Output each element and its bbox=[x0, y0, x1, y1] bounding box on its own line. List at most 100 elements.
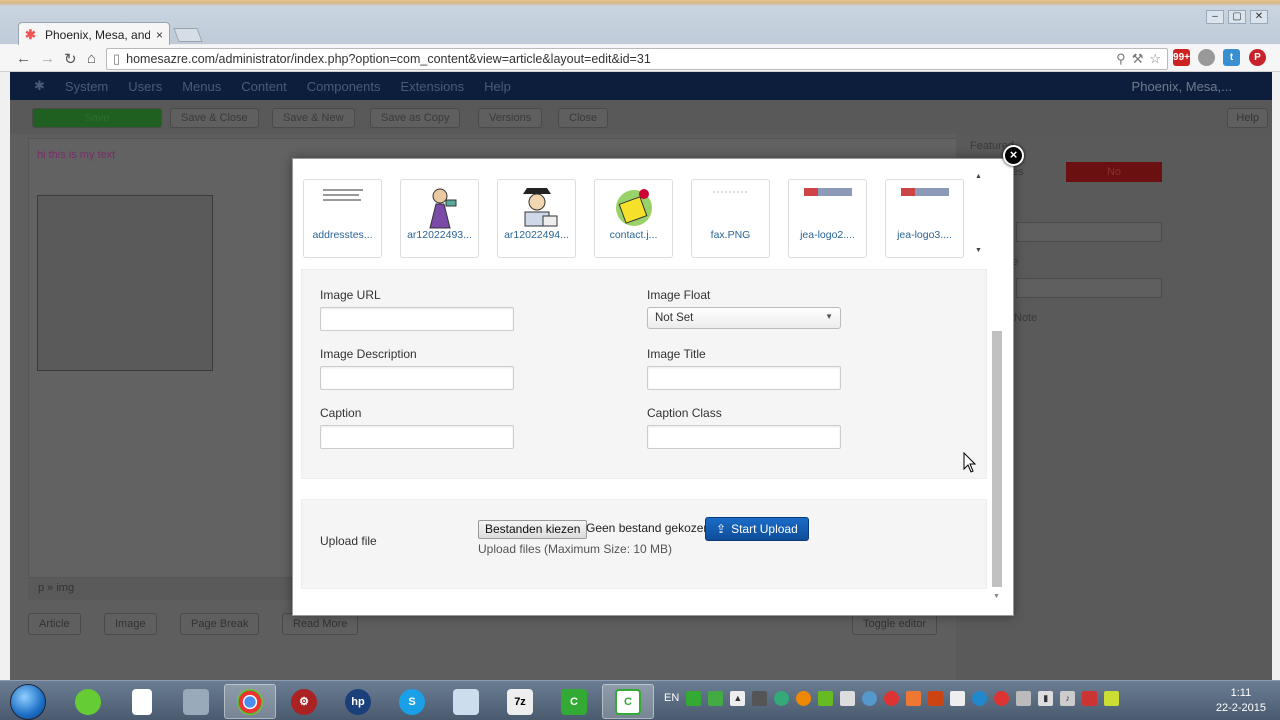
menu-menus[interactable]: Menus bbox=[182, 79, 221, 94]
taskbar-camtasia-recorder[interactable]: C bbox=[602, 684, 654, 719]
image-title-input[interactable] bbox=[647, 366, 841, 390]
scroll-down-icon[interactable]: ▼ bbox=[993, 593, 1000, 600]
clock[interactable]: 1:11 22-2-2015 bbox=[1216, 686, 1266, 716]
modal-scrollbar[interactable]: ▼ bbox=[990, 159, 1004, 615]
taskbar-logo-creator[interactable] bbox=[62, 684, 114, 719]
browser-tab[interactable]: ✱ Phoenix, Mesa, and T × bbox=[18, 22, 170, 46]
tray-icon[interactable] bbox=[862, 691, 878, 706]
modal-close-icon[interactable]: × bbox=[1003, 145, 1024, 166]
taskbar-settings[interactable]: ⚙ bbox=[278, 684, 330, 719]
menu-content[interactable]: Content bbox=[241, 79, 287, 94]
menu-system[interactable]: System bbox=[65, 79, 108, 94]
tray-icon[interactable] bbox=[884, 691, 900, 706]
toggle-editor-button[interactable]: Toggle editor bbox=[852, 613, 937, 635]
choose-files-button[interactable]: Bestanden kiezen bbox=[478, 520, 588, 539]
sidebar-select-1[interactable] bbox=[1016, 222, 1162, 242]
bookmark-star-icon[interactable]: ☆ bbox=[1149, 51, 1161, 67]
signal-icon[interactable]: ▮ bbox=[1038, 691, 1054, 706]
tray-icon[interactable] bbox=[994, 691, 1010, 706]
taskbar-hp[interactable]: hp bbox=[332, 684, 384, 719]
thumbnail[interactable]: addresstes... bbox=[303, 179, 382, 258]
tray-icon[interactable] bbox=[906, 691, 922, 706]
menu-help[interactable]: Help bbox=[484, 79, 511, 94]
image-description-label: Image Description bbox=[320, 347, 417, 361]
tray-icon[interactable] bbox=[840, 691, 856, 706]
back-icon[interactable]: ← bbox=[16, 50, 31, 67]
extension-globe-icon[interactable] bbox=[1198, 49, 1215, 66]
user-menu[interactable]: Phoenix, Mesa,... bbox=[1132, 79, 1232, 94]
network-icon[interactable] bbox=[1082, 691, 1098, 706]
taskbar-archive[interactable] bbox=[170, 684, 222, 719]
image-float-select[interactable]: Not Set ▼ bbox=[647, 307, 841, 329]
tray-icon[interactable]: ▲ bbox=[730, 691, 746, 706]
save-new-button[interactable]: Save & New bbox=[272, 108, 355, 128]
featured-no-button[interactable]: No bbox=[1066, 162, 1162, 182]
language-indicator[interactable]: EN bbox=[664, 691, 679, 706]
address-bar[interactable]: ▯ homesazre.com/administrator/index.php?… bbox=[106, 48, 1168, 70]
scrollbar-thumb[interactable] bbox=[992, 331, 1002, 587]
page-break-button[interactable]: Page Break bbox=[180, 613, 260, 635]
volume-icon[interactable]: ♪ bbox=[1060, 691, 1076, 706]
flag-icon[interactable] bbox=[1104, 691, 1120, 706]
versions-button[interactable]: Versions bbox=[478, 108, 543, 128]
tray-icon[interactable] bbox=[708, 691, 724, 706]
close-window-button[interactable]: ✕ bbox=[1250, 10, 1268, 24]
zoom-icon[interactable]: ⚲ bbox=[1116, 51, 1126, 67]
new-tab-button[interactable] bbox=[173, 28, 203, 42]
image-button[interactable]: Image bbox=[104, 613, 157, 635]
forward-icon[interactable]: → bbox=[40, 50, 55, 67]
tray-icon[interactable] bbox=[686, 691, 702, 706]
save-button[interactable]: Save bbox=[32, 108, 162, 128]
taskbar-skype[interactable]: S bbox=[386, 684, 438, 719]
save-close-button[interactable]: Save & Close bbox=[170, 108, 259, 128]
taskbar-chrome[interactable] bbox=[224, 684, 276, 719]
caption-input[interactable] bbox=[320, 425, 514, 449]
tray-icon[interactable] bbox=[796, 691, 812, 706]
extension-badge-icon[interactable]: 99+ bbox=[1173, 49, 1190, 66]
maximize-button[interactable]: ▢ bbox=[1228, 10, 1246, 24]
scroll-down-icon[interactable]: ▼ bbox=[975, 247, 982, 254]
tray-icon[interactable] bbox=[752, 691, 768, 706]
pinterest-icon[interactable]: P bbox=[1249, 49, 1266, 66]
article-button[interactable]: Article bbox=[28, 613, 81, 635]
close-button[interactable]: Close bbox=[558, 108, 609, 128]
translate-icon[interactable]: ⚒ bbox=[1132, 51, 1144, 67]
thumbnail[interactable]: jea-logo2.... bbox=[788, 179, 867, 258]
sidebar-select-2[interactable] bbox=[1016, 278, 1162, 298]
minimize-button[interactable]: – bbox=[1206, 10, 1224, 24]
scroll-up-icon[interactable]: ▲ bbox=[975, 173, 982, 180]
thumbnail[interactable]: ar12022494... bbox=[497, 179, 576, 258]
menu-extensions[interactable]: Extensions bbox=[401, 79, 465, 94]
taskbar-window[interactable] bbox=[440, 684, 492, 719]
help-button[interactable]: Help bbox=[1227, 108, 1268, 128]
editor-selected-image[interactable] bbox=[37, 195, 213, 371]
caption-class-input[interactable] bbox=[647, 425, 841, 449]
menu-components[interactable]: Components bbox=[307, 79, 381, 94]
menu-users[interactable]: Users bbox=[128, 79, 162, 94]
thumbnail[interactable]: ar12022493... bbox=[400, 179, 479, 258]
joomla-logo-icon[interactable]: ✱ bbox=[34, 78, 45, 94]
twitter-icon[interactable]: t bbox=[1223, 49, 1240, 66]
save-copy-button[interactable]: Save as Copy bbox=[370, 108, 461, 128]
start-upload-button[interactable]: ⇪ Start Upload bbox=[705, 517, 809, 541]
tray-icon[interactable] bbox=[774, 691, 790, 706]
read-more-button[interactable]: Read More bbox=[282, 613, 359, 635]
image-url-input[interactable] bbox=[320, 307, 514, 331]
tray-icon[interactable] bbox=[1016, 691, 1032, 706]
home-icon[interactable]: ⌂ bbox=[87, 50, 96, 67]
thumbnail-scrollbar[interactable]: ▲ ▼ bbox=[975, 171, 985, 257]
tray-icon[interactable] bbox=[928, 691, 944, 706]
tray-icon[interactable] bbox=[818, 691, 834, 706]
reload-icon[interactable]: ↻ bbox=[64, 50, 77, 68]
image-description-input[interactable] bbox=[320, 366, 514, 390]
thumbnail[interactable]: contact.j... bbox=[594, 179, 673, 258]
taskbar-file[interactable] bbox=[116, 684, 168, 719]
start-button[interactable] bbox=[10, 684, 46, 720]
tray-icon[interactable] bbox=[972, 691, 988, 706]
taskbar-7z[interactable]: 7z bbox=[494, 684, 546, 719]
tray-icon[interactable] bbox=[950, 691, 966, 706]
taskbar-camtasia[interactable]: C bbox=[548, 684, 600, 719]
thumbnail[interactable]: jea-logo3.... bbox=[885, 179, 964, 258]
thumbnail[interactable]: fax.PNG bbox=[691, 179, 770, 258]
tab-close-icon[interactable]: × bbox=[156, 28, 163, 42]
